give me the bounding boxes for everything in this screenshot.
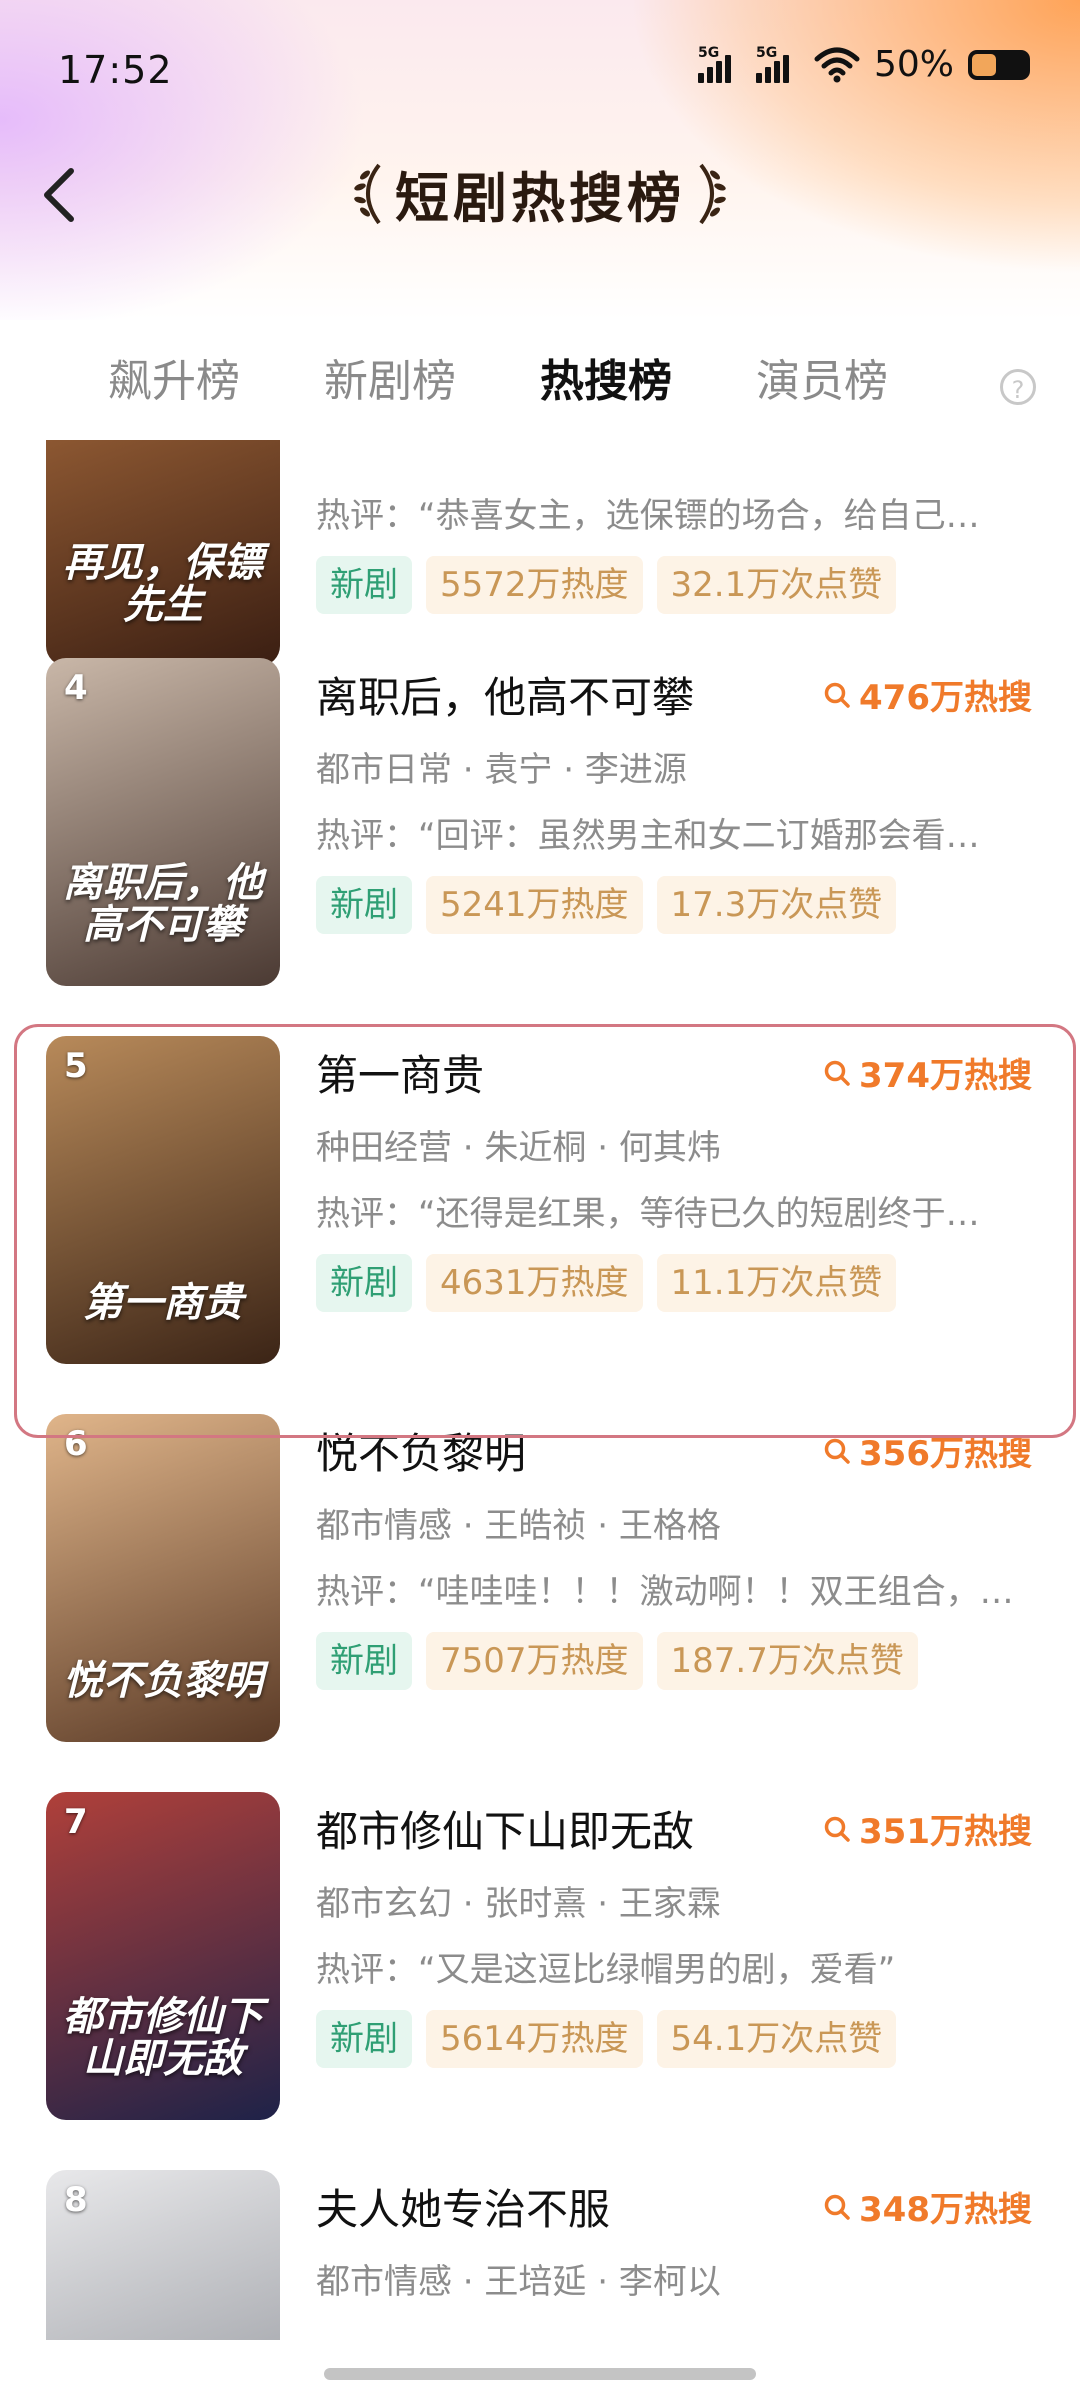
- new-drama-badge: 新剧: [316, 2010, 412, 2068]
- tab-new-drama[interactable]: 新剧榜: [324, 345, 456, 409]
- status-time: 17:52: [58, 48, 173, 92]
- rank-number: 4: [64, 668, 88, 708]
- top-nav: 短剧热搜榜: [0, 140, 1080, 250]
- new-drama-badge: 新剧: [316, 556, 412, 614]
- status-icons: 5G 5G 50%: [697, 44, 1030, 85]
- hot-search-label: 476万热搜: [859, 678, 1032, 718]
- tag-row: 新剧 5241万热度 17.3万次点赞: [316, 876, 897, 934]
- poster-caption: 再见，保镖先生: [63, 539, 263, 628]
- hot-search-count: 351万热搜: [823, 1804, 1032, 1853]
- tab-hot-search[interactable]: 热搜榜: [540, 345, 672, 409]
- drama-title[interactable]: 都市修仙下山即无敌: [316, 1798, 694, 1859]
- poster-image: 7 都市修仙下山即无敌: [46, 1792, 280, 2120]
- list-item[interactable]: 4 离职后，他高不可攀 离职后，他高不可攀 476万热搜 都市日常 · 袁宁 ·…: [0, 646, 1080, 986]
- genre-cast: 都市玄幻 · 张时熹 · 王家霖: [316, 1884, 721, 1924]
- heat-badge: 5241万热度: [426, 876, 643, 934]
- genre-cast: 都市情感 · 王皓祯 · 王格格: [316, 1506, 721, 1546]
- poster-image: 再见，保镖先生: [46, 440, 280, 666]
- likes-badge: 187.7万次点赞: [656, 1632, 918, 1690]
- home-indicator[interactable]: [324, 2368, 756, 2380]
- likes-badge: 17.3万次点赞: [656, 876, 897, 934]
- laurel-left-icon: [354, 163, 381, 224]
- hot-search-label: 348万热搜: [859, 2190, 1032, 2230]
- heat-badge: 7507万热度: [426, 1632, 643, 1690]
- ranking-tabs: 飙升榜 新剧榜 热搜榜 演员榜 ?: [0, 345, 1080, 435]
- poster-caption: 离职后，他高不可攀: [63, 859, 263, 948]
- tab-actors[interactable]: 演员榜: [756, 345, 888, 409]
- list-item[interactable]: 再见，保镖先生 热评：“恭喜女主，选保镖的场合，给自己… 新剧 5572万热度 …: [0, 440, 1080, 666]
- poster-image: 4 离职后，他高不可攀: [46, 658, 280, 986]
- new-drama-badge: 新剧: [316, 876, 412, 934]
- page-title: 短剧热搜榜: [395, 167, 685, 230]
- title-group: 短剧热搜榜: [0, 154, 1080, 233]
- poster-caption: 都市修仙下山即无敌: [63, 1993, 263, 2082]
- list-item[interactable]: 6 悦不负黎明 悦不负黎明 356万热搜 都市情感 · 王皓祯 · 王格格 热评…: [0, 1402, 1080, 1742]
- search-icon: [824, 2194, 850, 2220]
- poster-image: 6 悦不负黎明: [46, 1414, 280, 1742]
- top-comment: 热评：“恭喜女主，选保镖的场合，给自己…: [316, 496, 980, 536]
- list-item[interactable]: 8 夫人她专治不服 348万热搜 都市情感 · 王培延 · 李柯以: [0, 2158, 1080, 2340]
- signal-icon: 5G: [755, 45, 800, 85]
- tab-soaring[interactable]: 飙升榜: [108, 345, 240, 409]
- tag-row: 新剧 5572万热度 32.1万次点赞: [316, 556, 897, 614]
- likes-badge: 32.1万次点赞: [656, 556, 897, 614]
- rank-number: 7: [64, 1802, 88, 1842]
- hot-search-label: 351万热搜: [859, 1812, 1032, 1852]
- genre-cast: 都市情感 · 王培延 · 李柯以: [316, 2262, 721, 2302]
- help-icon[interactable]: ?: [1000, 369, 1036, 405]
- highlight-frame: [14, 1024, 1076, 1438]
- heat-badge: 5614万热度: [426, 2010, 643, 2068]
- top-comment: 热评：“又是这逗比绿帽男的剧，爱看”: [316, 1950, 896, 1990]
- search-icon: [824, 1816, 850, 1842]
- tag-row: 新剧 7507万热度 187.7万次点赞: [316, 1632, 918, 1690]
- battery-percent: 50%: [873, 44, 954, 85]
- status-bar: 17:52 5G 5G 50%: [0, 0, 1080, 140]
- laurel-right-icon: [699, 163, 726, 224]
- top-comment: 热评：“哇哇哇！！！激动啊！！双王组合，…: [316, 1572, 1014, 1612]
- signal-icon: 5G: [697, 45, 742, 85]
- hot-search-count: 348万热搜: [823, 2182, 1032, 2231]
- heat-badge: 5572万热度: [426, 556, 643, 614]
- wifi-icon: [814, 47, 860, 82]
- list-item[interactable]: 7 都市修仙下山即无敌 都市修仙下山即无敌 351万热搜 都市玄幻 · 张时熹 …: [0, 1780, 1080, 2120]
- new-drama-badge: 新剧: [316, 1632, 412, 1690]
- poster-image: 8: [46, 2170, 280, 2340]
- genre-cast: 都市日常 · 袁宁 · 李进源: [316, 750, 687, 790]
- search-icon: [824, 1438, 850, 1464]
- tag-row: 新剧 5614万热度 54.1万次点赞: [316, 2010, 897, 2068]
- search-icon: [824, 682, 850, 708]
- drama-title[interactable]: 离职后，他高不可攀: [316, 664, 694, 725]
- poster-caption: 悦不负黎明: [63, 1657, 263, 1704]
- drama-title[interactable]: 夫人她专治不服: [316, 2176, 610, 2237]
- hot-search-count: 476万热搜: [823, 670, 1032, 719]
- battery-icon: [968, 49, 1030, 80]
- top-comment: 热评：“回评：虽然男主和女二订婚那会看…: [316, 816, 980, 856]
- likes-badge: 54.1万次点赞: [656, 2010, 897, 2068]
- rank-number: 8: [64, 2180, 88, 2220]
